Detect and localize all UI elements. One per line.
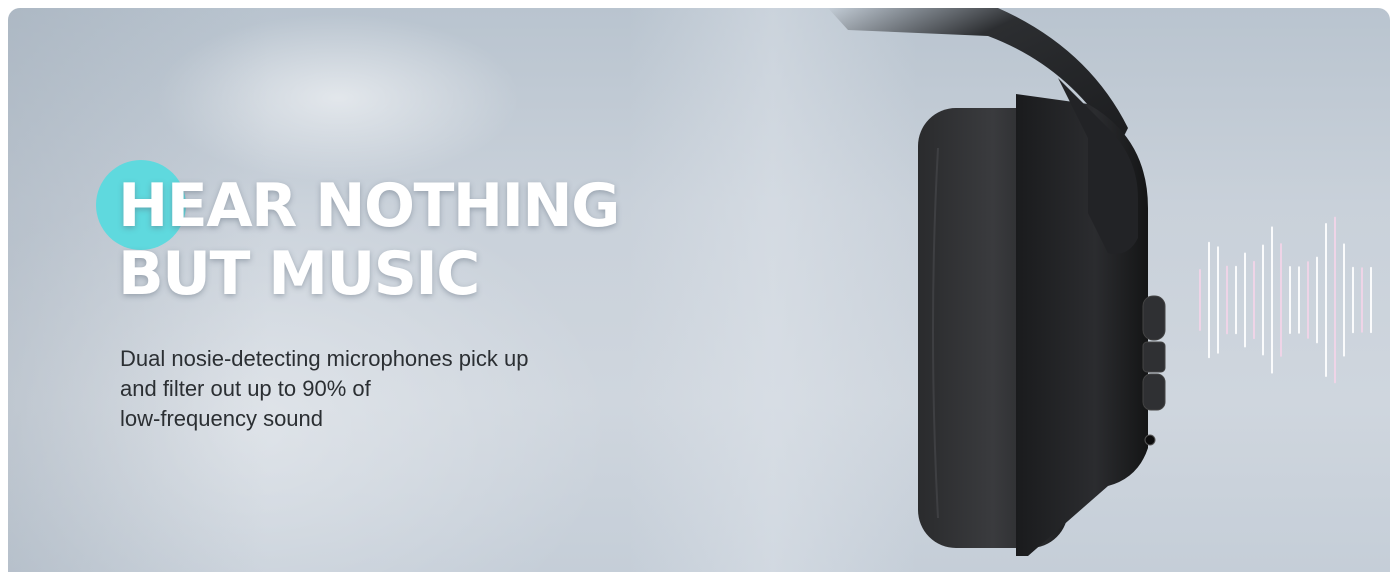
headline-line-1: HEAR NOTHING [118,171,620,241]
description-line-3: low-frequency sound [120,406,324,431]
description-line-2: and filter out up to 90% of [120,376,371,401]
description: Dual nosie-detecting microphones pick up… [120,344,590,434]
description-line-1: Dual nosie-detecting microphones pick up [120,346,529,371]
headphone-icon [828,8,1166,556]
headline-line-2: BUT MUSIC [118,239,480,309]
headline: HEAR NOTHING BUT MUSIC [118,171,620,309]
hero-banner: HEAR NOTHING BUT MUSIC Dual nosie-detect… [8,8,1390,572]
